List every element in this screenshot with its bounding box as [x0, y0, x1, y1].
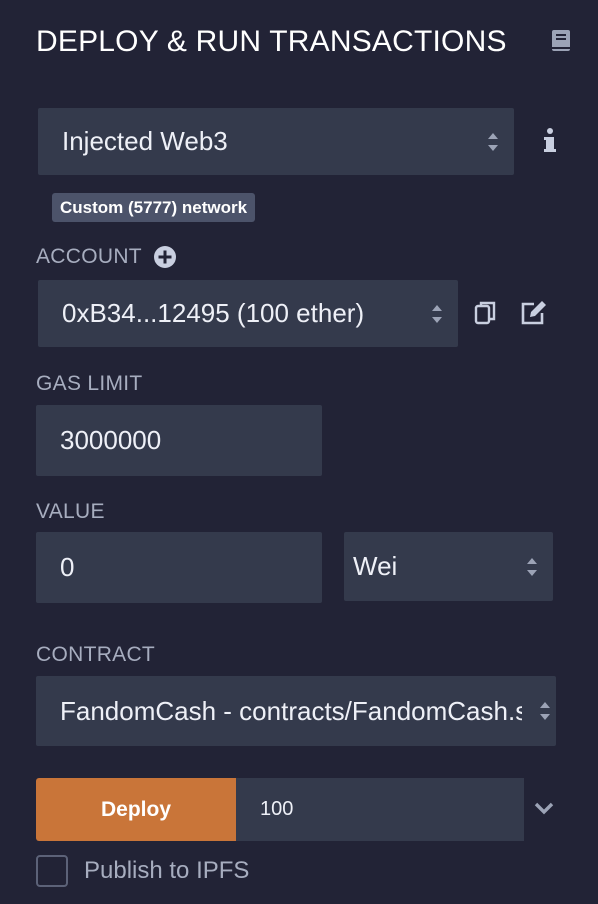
account-select[interactable]: 0xB34...12495 (100 ether): [38, 280, 458, 347]
contract-select-value: FandomCash - contracts/FandomCash.sol: [60, 695, 522, 726]
environment-select[interactable]: Injected Web3: [38, 108, 514, 175]
gas-limit-label: GAS LIMIT: [36, 372, 143, 395]
sort-icon: [432, 304, 442, 323]
environment-select-value: Injected Web3: [62, 126, 228, 156]
gas-limit-input[interactable]: 3000000: [36, 405, 322, 476]
panel-title: DEPLOY & RUN TRANSACTIONS: [36, 25, 507, 58]
info-icon[interactable]: [540, 126, 560, 156]
sort-icon: [540, 702, 550, 720]
account-label: ACCOUNT: [36, 245, 142, 268]
sort-icon: [488, 132, 498, 151]
sort-icon: [527, 557, 537, 576]
unit-select[interactable]: Wei: [344, 532, 553, 601]
copy-icon[interactable]: [474, 300, 498, 326]
value-input[interactable]: 0: [36, 532, 322, 603]
gas-limit-value: 3000000: [60, 425, 162, 455]
chevron-down-icon[interactable]: [534, 798, 554, 818]
network-badge: Custom (5777) network: [52, 193, 256, 222]
edit-icon[interactable]: [520, 300, 548, 326]
plus-circle-icon[interactable]: [153, 245, 177, 269]
contract-select[interactable]: FandomCash - contracts/FandomCash.sol: [36, 676, 556, 746]
deploy-args-input[interactable]: 100: [236, 778, 524, 841]
contract-label: CONTRACT: [36, 643, 156, 666]
publish-ipfs-label[interactable]: Publish to IPFS: [84, 855, 249, 887]
publish-ipfs-checkbox[interactable]: [36, 855, 68, 887]
value-amount: 0: [60, 552, 75, 582]
account-select-value: 0xB34...12495 (100 ether): [62, 298, 365, 328]
unit-select-value: Wei: [353, 551, 398, 581]
deploy-args-value: 100: [260, 798, 294, 820]
book-icon[interactable]: [548, 28, 574, 54]
deploy-button[interactable]: Deploy: [36, 778, 236, 841]
value-label: VALUE: [36, 500, 105, 523]
